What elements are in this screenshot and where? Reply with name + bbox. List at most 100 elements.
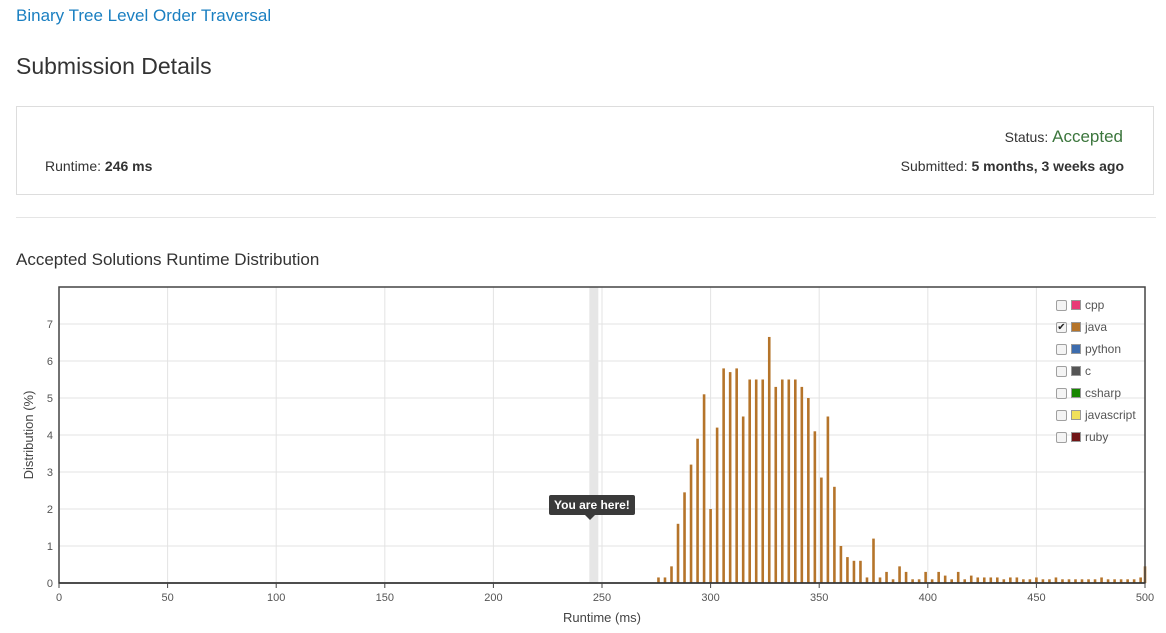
- bar[interactable]: [780, 379, 784, 584]
- bar[interactable]: [670, 566, 673, 583]
- legend-label: csharp: [1085, 386, 1122, 400]
- x-tick-label: 250: [593, 592, 611, 604]
- y-tick-label: 3: [47, 467, 53, 479]
- legend-label: c: [1085, 364, 1091, 378]
- y-tick-label: 7: [47, 319, 53, 331]
- bar[interactable]: [826, 416, 830, 584]
- bar[interactable]: [898, 566, 901, 583]
- legend-swatch: [1071, 300, 1081, 310]
- bar[interactable]: [878, 577, 882, 583]
- legend-label: javascript: [1085, 408, 1136, 422]
- bar[interactable]: [702, 394, 706, 583]
- legend-swatch: [1071, 410, 1081, 420]
- legend-swatch: [1071, 388, 1081, 398]
- legend-checkbox-cpp[interactable]: [1056, 299, 1067, 311]
- legend-item-c[interactable]: c: [1056, 360, 1136, 382]
- bar[interactable]: [820, 477, 823, 583]
- bar[interactable]: [865, 577, 869, 583]
- bar[interactable]: [676, 523, 680, 583]
- legend-swatch: [1071, 344, 1081, 354]
- y-tick-label: 0: [47, 578, 53, 590]
- bar[interactable]: [794, 379, 797, 584]
- x-tick-label: 0: [56, 592, 62, 604]
- legend-item-java[interactable]: ✔ java: [1056, 316, 1136, 338]
- bar[interactable]: [722, 368, 725, 583]
- legend-item-python[interactable]: python: [1056, 338, 1136, 360]
- bar[interactable]: [1015, 577, 1019, 583]
- bar[interactable]: [767, 336, 771, 583]
- legend-label: python: [1085, 342, 1122, 356]
- you-are-here-band: [589, 287, 599, 583]
- legend-item-ruby[interactable]: ruby: [1056, 426, 1136, 448]
- legend-checkbox-c[interactable]: [1056, 365, 1067, 377]
- legend-checkbox-java[interactable]: ✔: [1056, 321, 1067, 333]
- x-tick-label: 200: [484, 592, 502, 604]
- legend-checkbox-csharp[interactable]: [1056, 387, 1067, 399]
- legend-item-csharp[interactable]: csharp: [1056, 382, 1136, 404]
- x-tick-label: 500: [1136, 592, 1154, 604]
- bar[interactable]: [943, 575, 947, 583]
- legend-checkbox-ruby[interactable]: [1056, 431, 1067, 443]
- bar[interactable]: [989, 577, 993, 583]
- x-tick-label: 400: [919, 592, 937, 604]
- bar[interactable]: [800, 386, 804, 583]
- x-tick-label: 350: [810, 592, 828, 604]
- chart-legend: cpp ✔ java python c csharp javascript ruby: [1056, 294, 1136, 448]
- bar[interactable]: [969, 575, 973, 583]
- you-are-here-tooltip: You are here!: [549, 495, 635, 520]
- y-tick-label: 6: [47, 356, 53, 368]
- bar[interactable]: [787, 379, 791, 584]
- bar[interactable]: [663, 577, 667, 583]
- x-tick-label: 100: [267, 592, 285, 604]
- y-tick-label: 2: [47, 504, 53, 516]
- legend-item-javascript[interactable]: javascript: [1056, 404, 1136, 426]
- bar[interactable]: [833, 486, 836, 583]
- bar[interactable]: [996, 577, 999, 583]
- bar[interactable]: [748, 379, 751, 584]
- bar[interactable]: [885, 571, 888, 583]
- legend-checkbox-python[interactable]: [1056, 343, 1067, 355]
- bar[interactable]: [807, 398, 810, 583]
- bar[interactable]: [657, 577, 660, 583]
- x-tick-label: 150: [376, 592, 394, 604]
- bar[interactable]: [696, 438, 699, 583]
- bar[interactable]: [735, 368, 738, 583]
- legend-item-cpp[interactable]: cpp: [1056, 294, 1136, 316]
- legend-checkbox-javascript[interactable]: [1056, 409, 1067, 421]
- bar[interactable]: [741, 416, 745, 584]
- bar[interactable]: [813, 431, 817, 583]
- y-tick-label: 5: [47, 393, 53, 405]
- bar[interactable]: [1035, 577, 1038, 583]
- bar[interactable]: [982, 577, 986, 583]
- bar[interactable]: [1009, 577, 1012, 583]
- bar[interactable]: [852, 560, 856, 583]
- bar[interactable]: [1100, 577, 1103, 583]
- legend-label: ruby: [1085, 430, 1109, 444]
- bar[interactable]: [904, 571, 908, 583]
- bar[interactable]: [1139, 577, 1142, 583]
- bar[interactable]: [683, 492, 686, 583]
- bar[interactable]: [715, 427, 719, 583]
- legend-label: cpp: [1085, 298, 1105, 312]
- legend-swatch: [1071, 322, 1081, 332]
- bar[interactable]: [689, 464, 693, 583]
- bar[interactable]: [872, 538, 875, 583]
- bar[interactable]: [774, 386, 778, 583]
- bar[interactable]: [846, 557, 849, 583]
- y-axis-label: Distribution (%): [21, 391, 36, 480]
- x-tick-label: 450: [1027, 592, 1045, 604]
- x-axis-label: Runtime (ms): [563, 610, 641, 625]
- bar[interactable]: [976, 577, 980, 583]
- bar[interactable]: [761, 379, 765, 584]
- legend-label: java: [1085, 320, 1108, 334]
- runtime-distribution-chart: 0 50 100 150 200 250 300 350 400 450 500 0 1 2 3 4 5 6 7 Ru…: [21, 286, 1154, 625]
- bar[interactable]: [839, 546, 843, 583]
- bar[interactable]: [1054, 577, 1058, 583]
- bar[interactable]: [924, 571, 927, 583]
- bar[interactable]: [937, 571, 940, 583]
- bar[interactable]: [859, 560, 862, 583]
- bar[interactable]: [956, 571, 960, 583]
- bar[interactable]: [709, 509, 712, 583]
- bar[interactable]: [728, 372, 732, 583]
- bar[interactable]: [754, 379, 758, 584]
